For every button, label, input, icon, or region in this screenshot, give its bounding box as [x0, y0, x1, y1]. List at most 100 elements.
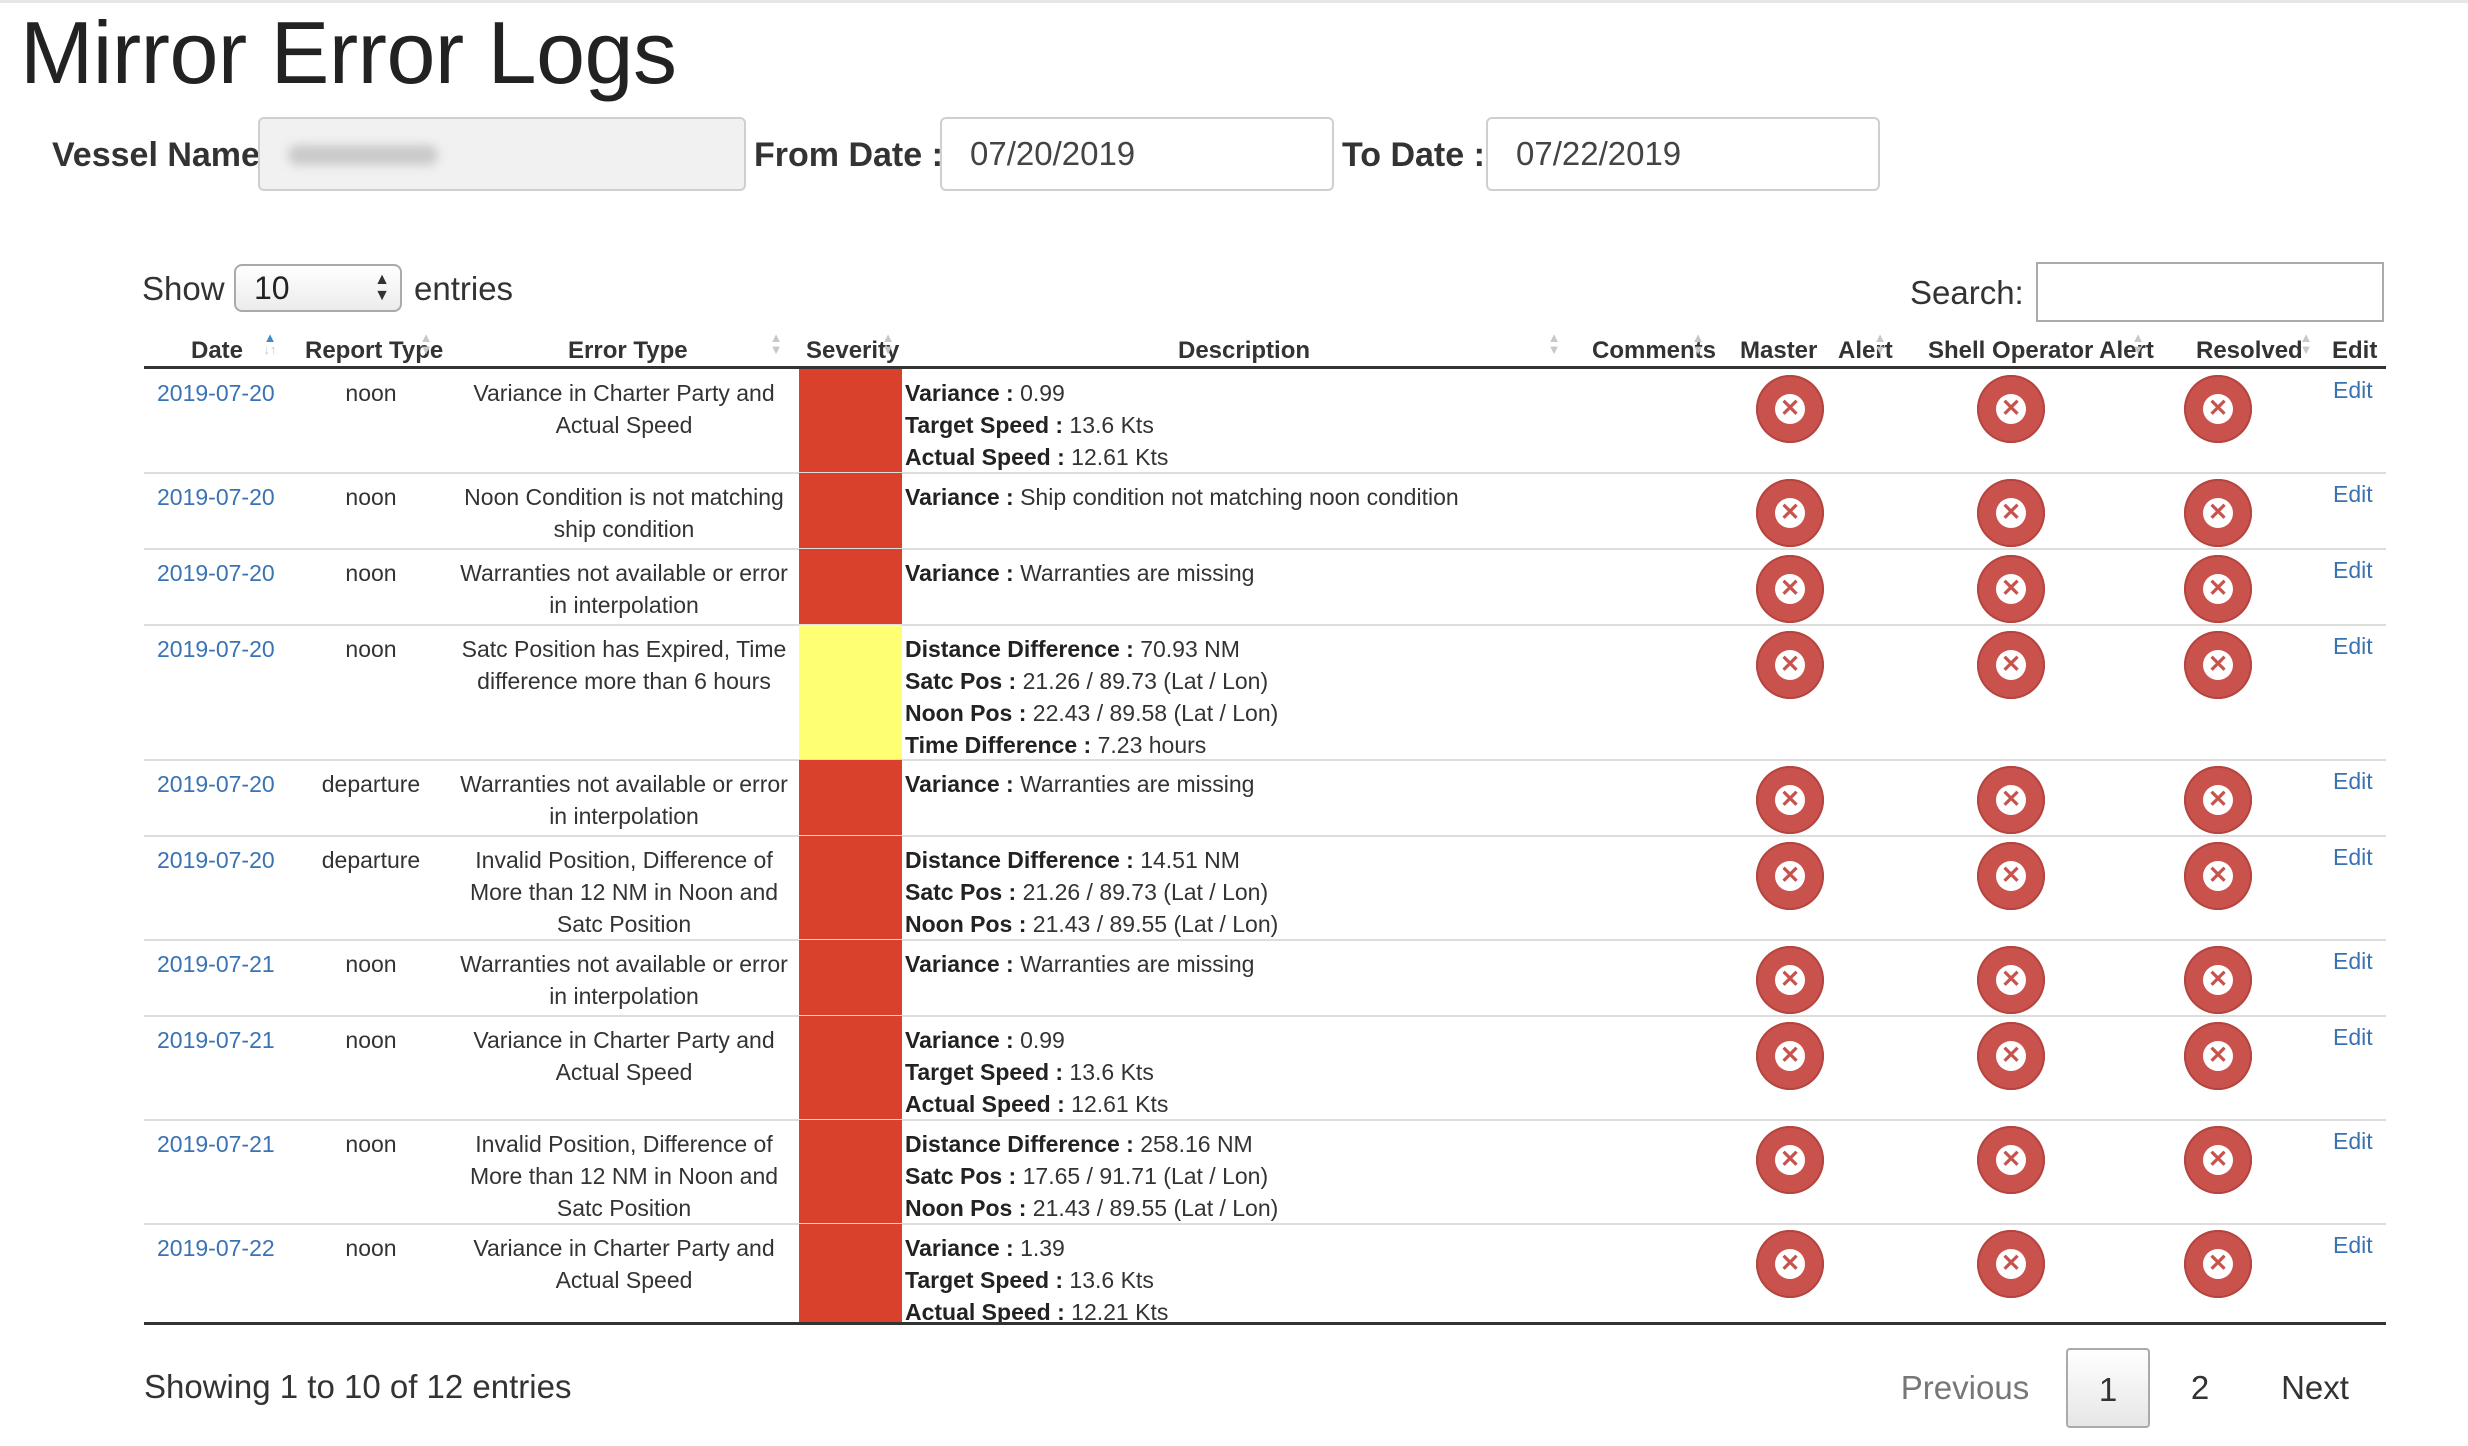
shell-operator-alert-button[interactable]: ✕	[1977, 1230, 2045, 1298]
search-input[interactable]	[2036, 262, 2384, 322]
pagination-previous[interactable]: Previous	[1890, 1348, 2040, 1428]
row-date-link[interactable]: 2019-07-21	[157, 1128, 275, 1160]
master-alert-button[interactable]: ✕	[1756, 766, 1824, 834]
description-line: Noon Pos : 22.43 / 89.58 (Lat / Lon)	[905, 697, 1278, 729]
description-line: Distance Difference : 258.16 NM	[905, 1128, 1278, 1160]
close-icon: ✕	[1775, 394, 1805, 424]
close-icon: ✕	[1996, 1041, 2026, 1071]
row-error-type: Warranties not available or error in inte…	[455, 948, 793, 1012]
row-description: Distance Difference : 14.51 NM Satc Pos :…	[905, 844, 1278, 940]
header-rule	[144, 366, 2386, 369]
row-date-link[interactable]: 2019-07-21	[157, 948, 275, 980]
close-icon: ✕	[1775, 1249, 1805, 1279]
column-header-shell-operator-alert[interactable]: Shell Operator Alert	[1928, 337, 2154, 365]
edit-link[interactable]: Edit	[2333, 1232, 2373, 1259]
vessel-name-field[interactable]	[258, 117, 746, 191]
master-alert-button[interactable]: ✕	[1756, 1230, 1824, 1298]
pagination-page-1[interactable]: 1	[2066, 1348, 2150, 1428]
master-alert-button[interactable]: ✕	[1756, 1126, 1824, 1194]
shell-operator-alert-button[interactable]: ✕	[1977, 1022, 2045, 1090]
shell-operator-alert-button[interactable]: ✕	[1977, 631, 2045, 699]
edit-link[interactable]: Edit	[2333, 948, 2373, 975]
column-header-resolved[interactable]: Resolved	[2196, 337, 2303, 365]
description-key: Satc Pos :	[905, 1163, 1017, 1189]
edit-link[interactable]: Edit	[2333, 768, 2373, 795]
from-date-field[interactable]: 07/20/2019	[940, 117, 1334, 191]
resolved-button[interactable]: ✕	[2184, 375, 2252, 443]
row-date-link[interactable]: 2019-07-22	[157, 1232, 275, 1264]
edit-link[interactable]: Edit	[2333, 481, 2373, 508]
master-alert-button[interactable]: ✕	[1756, 631, 1824, 699]
error-type-line: Actual Speed	[555, 412, 693, 438]
row-description: Variance : Warranties are missing	[905, 768, 1254, 800]
shell-operator-alert-button[interactable]: ✕	[1977, 946, 2045, 1014]
resolved-button[interactable]: ✕	[2184, 842, 2252, 910]
table-info: Showing 1 to 10 of 12 entries	[144, 1368, 572, 1405]
shell-operator-alert-button[interactable]: ✕	[1977, 766, 2045, 834]
description-value: 12.61 Kts	[1064, 1091, 1169, 1117]
resolved-button[interactable]: ✕	[2184, 1022, 2252, 1090]
row-date-link[interactable]: 2019-07-20	[157, 557, 275, 589]
to-date-label: To Date :	[1342, 136, 1485, 174]
description-key: Actual Speed :	[905, 1091, 1065, 1117]
row-error-type: Noon Condition is not matching ship condi…	[455, 481, 793, 545]
row-description: Variance : 0.99 Target Speed : 13.6 Kts Ac…	[905, 377, 1168, 473]
severity-indicator	[799, 1120, 902, 1224]
row-error-type: Variance in Charter Party and Actual Spee…	[455, 377, 793, 441]
resolved-button[interactable]: ✕	[2184, 555, 2252, 623]
row-report-type: noon	[345, 636, 397, 662]
edit-link[interactable]: Edit	[2333, 1128, 2373, 1155]
master-alert-button[interactable]: ✕	[1756, 479, 1824, 547]
row-date-link[interactable]: 2019-07-20	[157, 481, 275, 513]
row-date-link[interactable]: 2019-07-20	[157, 377, 275, 409]
description-key: Variance :	[905, 771, 1014, 797]
master-alert-button[interactable]: ✕	[1756, 946, 1824, 1014]
edit-link[interactable]: Edit	[2333, 844, 2373, 871]
severity-indicator	[799, 549, 902, 625]
row-date-link[interactable]: 2019-07-20	[157, 768, 275, 800]
shell-operator-alert-button[interactable]: ✕	[1977, 375, 2045, 443]
description-value: 21.26 / 89.73 (Lat / Lon)	[1016, 879, 1269, 905]
row-divider	[144, 939, 2386, 941]
resolved-button[interactable]: ✕	[2184, 946, 2252, 1014]
resolved-button[interactable]: ✕	[2184, 631, 2252, 699]
pagination-next[interactable]: Next	[2260, 1348, 2370, 1428]
row-error-type: Variance in Charter Party and Actual Spee…	[455, 1232, 793, 1296]
entries-select[interactable]: 10 ▲ ▼	[234, 264, 402, 312]
pagination-page-2[interactable]: 2	[2160, 1348, 2240, 1428]
shell-operator-alert-button[interactable]: ✕	[1977, 555, 2045, 623]
edit-link[interactable]: Edit	[2333, 557, 2373, 584]
row-error-type: Satc Position has Expired, Time differenc…	[455, 633, 793, 697]
master-alert-button[interactable]: ✕	[1756, 375, 1824, 443]
resolved-button[interactable]: ✕	[2184, 766, 2252, 834]
row-error-type: Warranties not available or error in inte…	[455, 768, 793, 832]
row-date-link[interactable]: 2019-07-21	[157, 1024, 275, 1056]
row-date-link[interactable]: 2019-07-20	[157, 844, 275, 876]
shell-operator-alert-button[interactable]: ✕	[1977, 1126, 2045, 1194]
error-type-line: Noon Condition is not matching	[464, 484, 784, 510]
row-date-link[interactable]: 2019-07-20	[157, 633, 275, 665]
description-key: Distance Difference :	[905, 1131, 1134, 1157]
column-header-description[interactable]: Description	[1178, 337, 1310, 365]
edit-link[interactable]: Edit	[2333, 633, 2373, 660]
shell-operator-alert-button[interactable]: ✕	[1977, 842, 2045, 910]
edit-link[interactable]: Edit	[2333, 1024, 2373, 1051]
resolved-button[interactable]: ✕	[2184, 1126, 2252, 1194]
master-alert-button[interactable]: ✕	[1756, 842, 1824, 910]
severity-indicator	[799, 625, 902, 760]
master-alert-button[interactable]: ✕	[1756, 1022, 1824, 1090]
edit-link[interactable]: Edit	[2333, 377, 2373, 404]
resolved-button[interactable]: ✕	[2184, 1230, 2252, 1298]
description-key: Target Speed :	[905, 1267, 1064, 1293]
close-icon: ✕	[1775, 1041, 1805, 1071]
to-date-field[interactable]: 07/22/2019	[1486, 117, 1880, 191]
master-alert-button[interactable]: ✕	[1756, 555, 1824, 623]
column-header-master[interactable]: Master	[1740, 337, 1817, 365]
resolved-button[interactable]: ✕	[2184, 479, 2252, 547]
sort-icon: ▲ ▼	[769, 330, 783, 357]
column-header-date[interactable]: Date	[191, 337, 243, 365]
column-header-error-type[interactable]: Error Type	[568, 337, 688, 365]
page-title: Mirror Error Logs	[20, 3, 677, 102]
description-key: Satc Pos :	[905, 668, 1017, 694]
shell-operator-alert-button[interactable]: ✕	[1977, 479, 2045, 547]
